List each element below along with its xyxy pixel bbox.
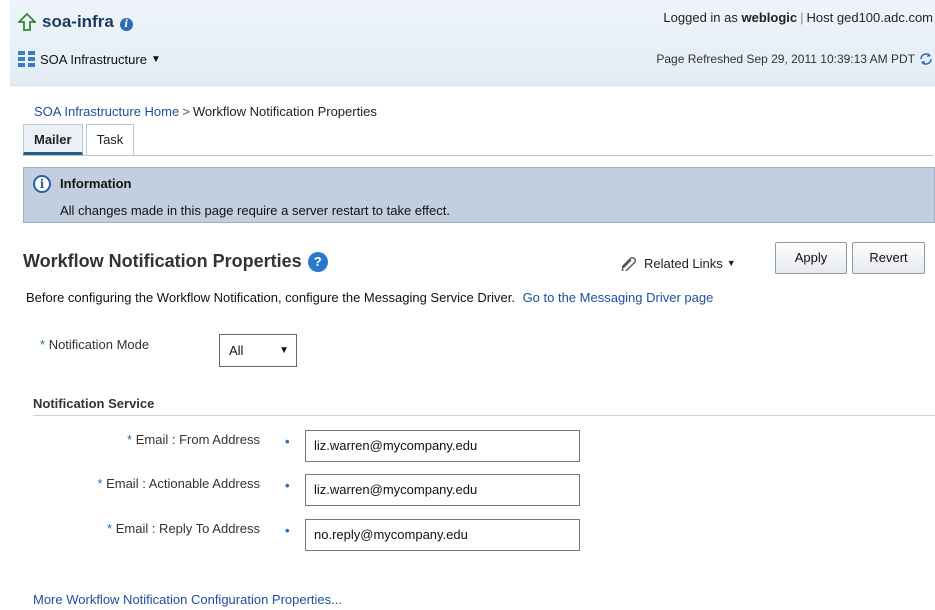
from-address-label: * Email : From Address (20, 432, 260, 447)
host-label: Host (806, 10, 834, 25)
notification-mode-label-text: Notification Mode (48, 337, 150, 352)
notification-service-heading: Notification Service (33, 396, 155, 411)
breadcrumb-separator: > (182, 104, 190, 119)
reply-to-address-label: * Email : Reply To Address (20, 521, 260, 536)
required-marker: * (107, 521, 113, 536)
section-divider (33, 415, 935, 416)
required-marker: * (127, 432, 133, 447)
page-title: Workflow Notification Properties ? (23, 251, 328, 272)
apply-button[interactable]: Apply (775, 242, 847, 274)
page-refreshed-text: Page Refreshed Sep 29, 2011 10:39:13 AM … (656, 52, 915, 66)
tab-mailer[interactable]: Mailer (23, 124, 83, 155)
page-header: soa-infra i SOA Infrastructure ▼ Logged … (10, 0, 935, 86)
from-address-label-text: Email : From Address (135, 432, 260, 447)
info-icon: i (33, 175, 51, 193)
divider: | (800, 10, 804, 25)
field-marker: • (285, 523, 290, 538)
app-title: soa-infra i (18, 12, 133, 32)
target-menu[interactable]: SOA Infrastructure ▼ (18, 51, 161, 67)
up-arrow-icon[interactable] (18, 13, 36, 31)
notification-mode-label: * Notification Mode (40, 337, 149, 352)
target-menu-label: SOA Infrastructure (40, 51, 147, 67)
actionable-address-label-text: Email : Actionable Address (106, 476, 260, 491)
app-name: soa-infra (42, 12, 114, 31)
notification-mode-value: All (229, 343, 244, 358)
notification-mode-select[interactable]: All ▼ (219, 334, 297, 367)
chevron-down-icon: ▼ (279, 345, 289, 356)
tab-divider (23, 155, 933, 156)
tab-task[interactable]: Task (85, 124, 135, 155)
page-refreshed: Page Refreshed Sep 29, 2011 10:39:13 AM … (656, 52, 933, 66)
page-title-text: Workflow Notification Properties (23, 251, 302, 271)
breadcrumb: SOA Infrastructure Home > Workflow Notific… (34, 104, 377, 119)
messaging-driver-link[interactable]: Go to the Messaging Driver page (523, 290, 714, 305)
actionable-address-label: * Email : Actionable Address (20, 476, 260, 491)
chevron-down-icon: ▼ (726, 258, 736, 268)
required-marker: * (40, 337, 46, 352)
breadcrumb-current: Workflow Notification Properties (192, 104, 377, 119)
field-marker: • (285, 434, 290, 449)
revert-button[interactable]: Revert (852, 242, 925, 274)
breadcrumb-home-link[interactable]: SOA Infrastructure Home (34, 104, 179, 119)
reply-to-address-label-text: Email : Reply To Address (115, 521, 260, 536)
field-marker: • (285, 478, 290, 493)
from-address-field[interactable]: liz.warren@mycompany.edu (305, 430, 580, 462)
username[interactable]: weblogic (742, 10, 798, 25)
reply-to-address-field[interactable]: no.reply@mycompany.edu (305, 519, 580, 551)
help-icon[interactable]: ? (307, 251, 328, 272)
paperclip-icon (621, 257, 636, 271)
login-info: Logged in as weblogic | Host ged100.adc.co… (663, 10, 933, 25)
info-title: Information (60, 176, 132, 191)
logged-in-prefix: Logged in as (663, 10, 738, 25)
refresh-icon[interactable] (919, 52, 933, 66)
more-properties-link[interactable]: More Workflow Notification Configuration… (33, 592, 342, 607)
chevron-down-icon: ▼ (150, 53, 161, 65)
related-links-menu[interactable]: Related Links ▼ (618, 255, 736, 271)
info-message-box: i Information All changes made in this p… (23, 167, 935, 223)
info-message: All changes made in this page require a … (60, 203, 450, 218)
intro-sentence: Before configuring the Workflow Notifica… (26, 290, 515, 305)
app-info-icon[interactable]: i (119, 18, 133, 31)
tab-bar: Mailer Task (23, 124, 137, 155)
tree-icon (18, 51, 35, 67)
actionable-address-field[interactable]: liz.warren@mycompany.edu (305, 474, 580, 506)
related-links-label: Related Links (644, 255, 723, 271)
required-marker: * (97, 476, 103, 491)
intro-text: Before configuring the Workflow Notifica… (26, 290, 713, 305)
host-name: ged100.adc.com (836, 10, 933, 25)
